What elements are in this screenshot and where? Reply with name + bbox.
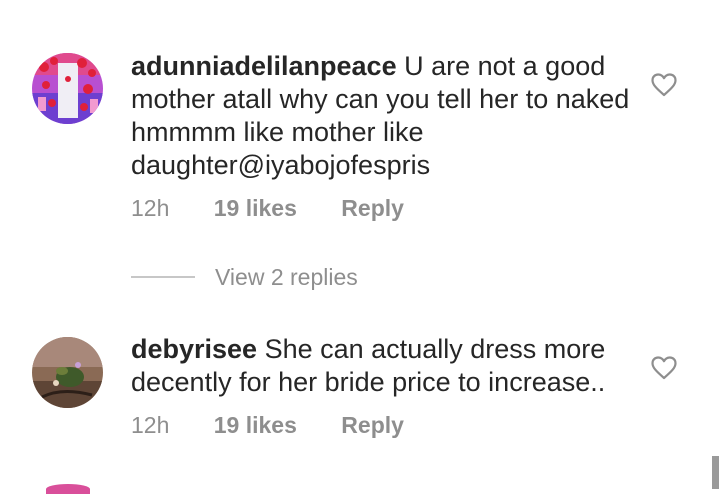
reply-button[interactable]: Reply [341,195,404,222]
comment-likes[interactable]: 19 likes [214,195,297,222]
avatar[interactable] [32,53,103,124]
avatar-image [32,337,103,408]
view-replies-button[interactable]: View 2 replies [131,263,358,291]
comment-username[interactable]: adunniadelilanpeace [131,51,397,81]
view-replies-label: View 2 replies [215,263,358,290]
heart-icon[interactable] [651,73,677,97]
avatar[interactable] [32,337,103,408]
heart-icon[interactable] [651,356,677,380]
comment-time: 12h [131,195,170,221]
avatar[interactable] [46,484,90,494]
view-replies-divider [131,276,195,278]
scrollbar[interactable] [712,456,719,489]
reply-button[interactable]: Reply [341,412,404,439]
comment-username[interactable]: debyrisee [131,334,257,364]
comment-meta: 12h 19 likes Reply [131,195,404,222]
comment-text: adunniadelilanpeace U are not a good mot… [131,50,636,182]
avatar-image [32,53,103,124]
comment-time: 12h [131,412,170,438]
comment-likes[interactable]: 19 likes [214,412,297,439]
comment-text: debyrisee She can actually dress more de… [131,333,636,399]
comment-meta: 12h 19 likes Reply [131,412,404,439]
